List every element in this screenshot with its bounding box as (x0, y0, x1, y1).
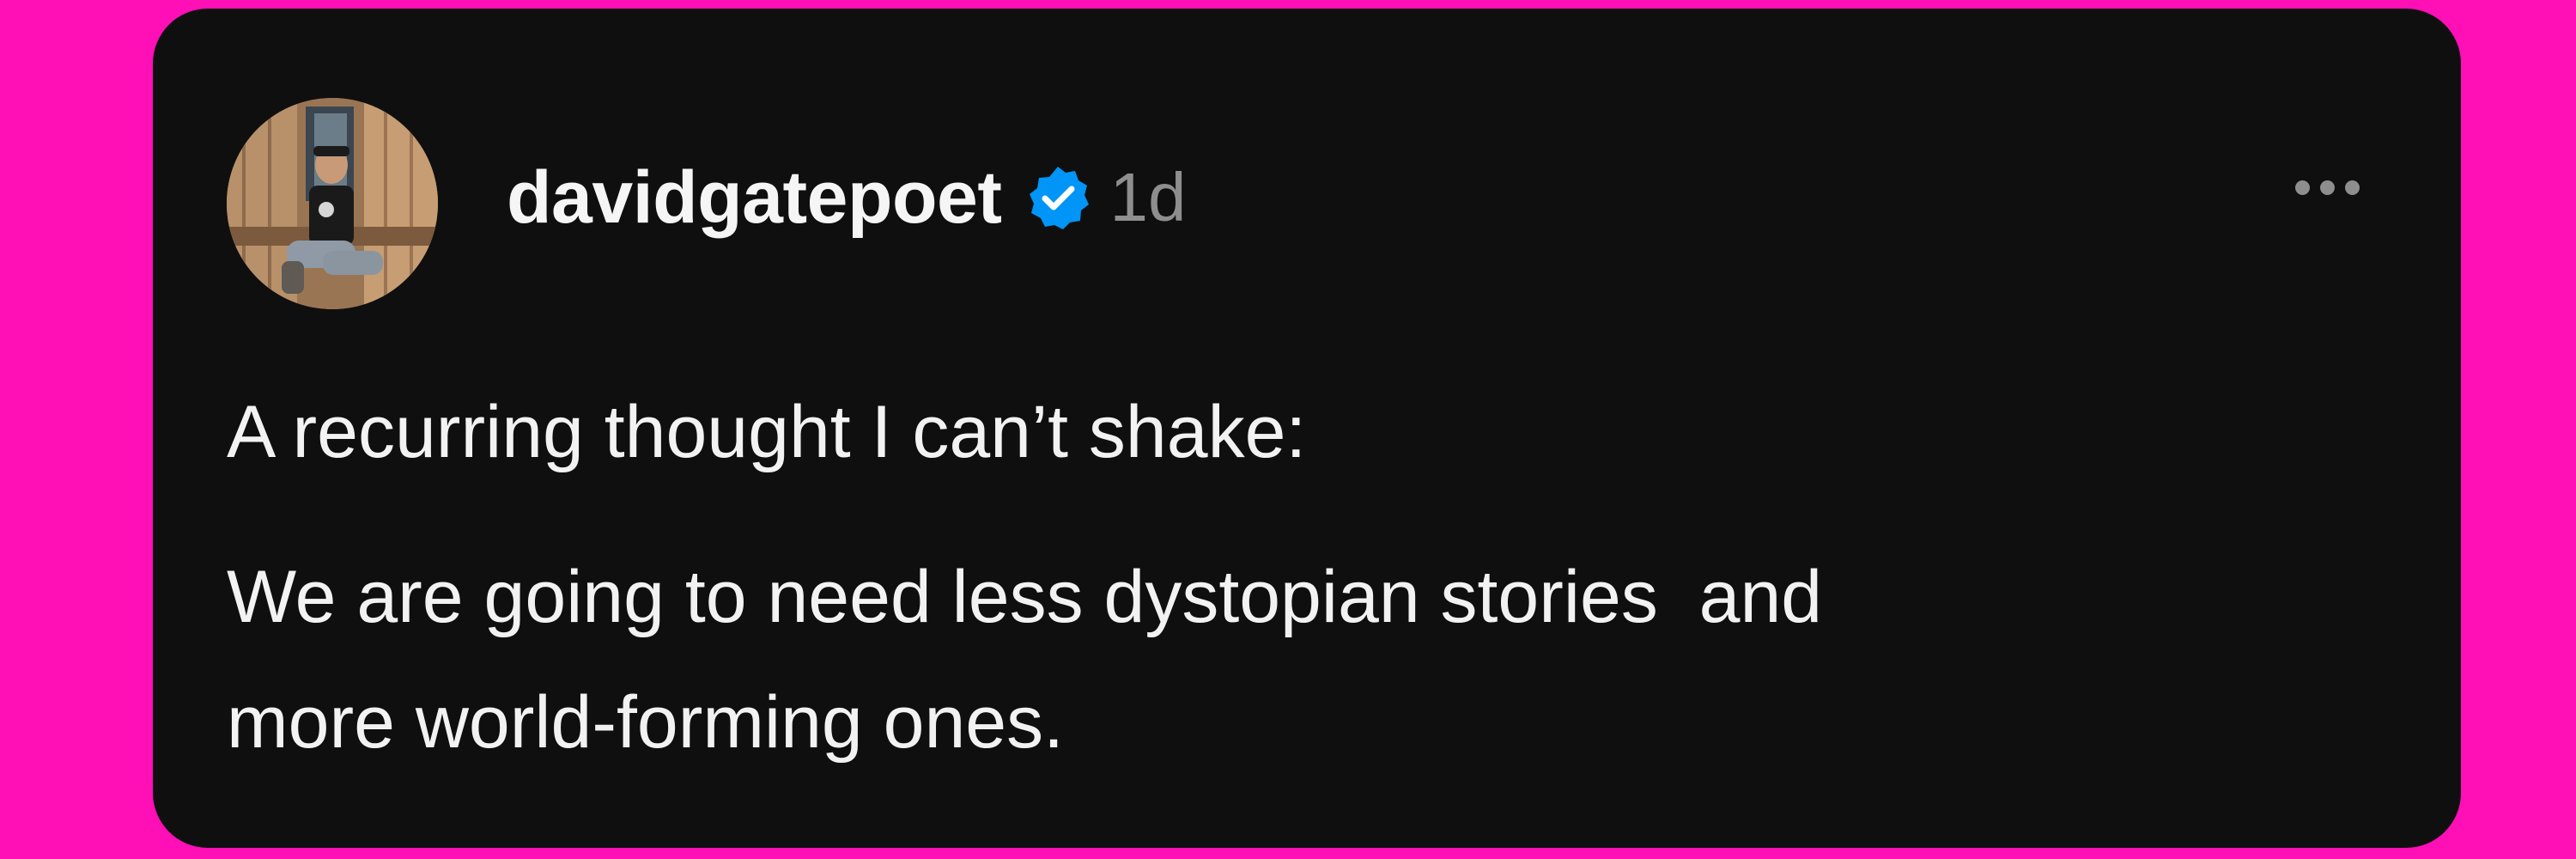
post-text-line: We are going to need less dystopian stor… (227, 556, 1823, 638)
post-text-line: A recurring thought I can’t shake: (227, 391, 1307, 473)
post-text-line: more world-forming ones. (227, 681, 1065, 764)
more-dot (2320, 180, 2335, 195)
post-body: A recurring thought I can’t shake: We ar… (227, 369, 2356, 785)
username[interactable]: davidgatepoet (507, 155, 1002, 241)
verified-badge-icon (1024, 163, 1092, 232)
post-header: davidgatepoet 1d (507, 155, 1186, 241)
more-horizontal-icon[interactable] (2295, 180, 2360, 195)
avatar[interactable] (227, 98, 438, 309)
more-dot (2345, 180, 2360, 195)
post-card[interactable]: davidgatepoet 1d A recurring thought I c… (153, 9, 2461, 848)
more-dot (2295, 180, 2310, 195)
post-timestamp: 1d (1109, 159, 1187, 235)
